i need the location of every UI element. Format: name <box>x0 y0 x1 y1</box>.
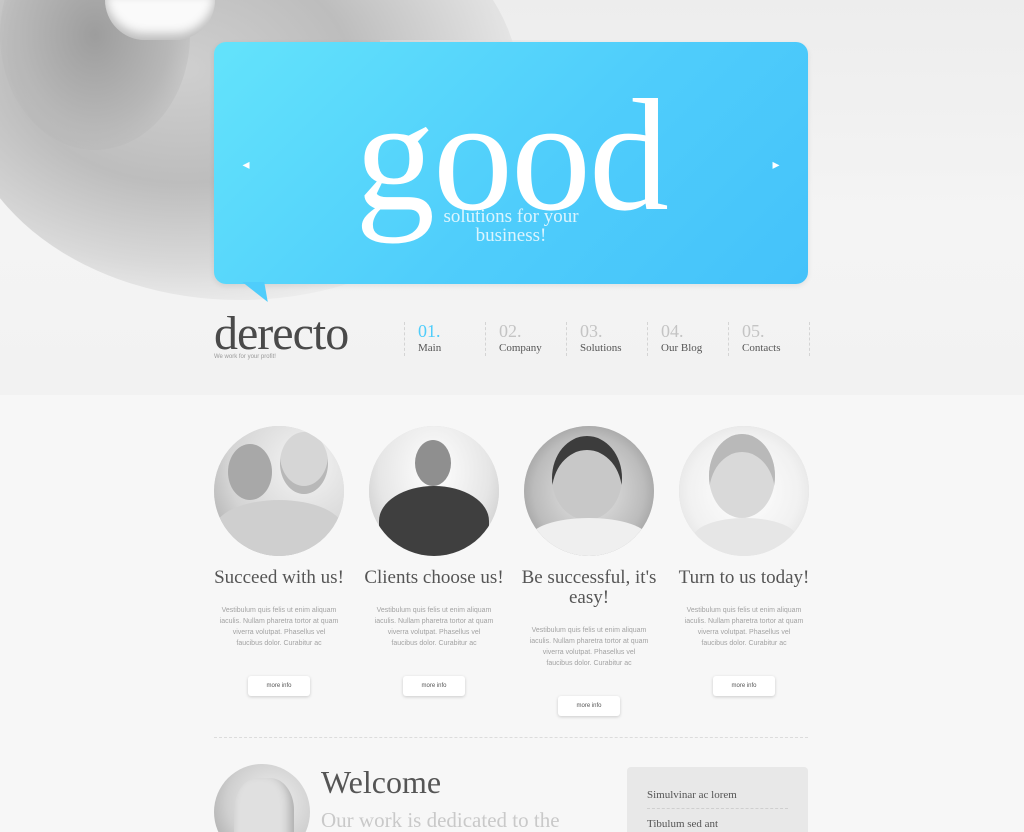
nav-item-label: Main <box>418 342 442 354</box>
more-info-button[interactable]: more info <box>248 676 310 696</box>
nav-item-label: Company <box>499 342 542 354</box>
more-info-button[interactable]: more info <box>713 676 775 696</box>
feature-photo-woman-cheering <box>369 426 499 556</box>
feature-text: Vestibulum quis felis ut enim aliquam ia… <box>684 607 804 647</box>
nav-item-label: Our Blog <box>661 342 703 354</box>
feature-photo-woman-glasses <box>679 426 809 556</box>
feature-card: Be successful, it's easy! Vestibulum qui… <box>522 426 656 716</box>
hero-banner: ◂ ▸ good solutions for your business! <box>214 42 808 302</box>
feature-title: Succeed with us! <box>214 567 344 588</box>
banner-speech-tail <box>242 282 268 302</box>
feature-text: Vestibulum quis felis ut enim aliquam ia… <box>219 607 339 647</box>
section-divider <box>214 737 808 738</box>
content-area <box>0 395 1024 832</box>
nav-item-number: 03. <box>580 321 603 341</box>
nav-item-number: 01. <box>418 321 441 341</box>
feature-title: Be successful, it's easy! <box>521 567 657 608</box>
feature-photo-couple <box>214 426 344 556</box>
feature-title: Turn to us today! <box>678 567 810 588</box>
feature-card: Turn to us today! Vestibulum quis felis … <box>679 426 809 696</box>
sidebar-link[interactable]: Simulvinar ac lorem <box>647 789 788 809</box>
nav-item-number: 04. <box>661 321 684 341</box>
nav-item-number: 02. <box>499 321 522 341</box>
more-info-button[interactable]: more info <box>558 696 620 716</box>
welcome-title: Welcome <box>321 764 442 800</box>
hero: ◂ ▸ good solutions for your business! de… <box>0 0 1024 395</box>
banner-tagline-line1: solutions for your <box>443 206 579 227</box>
feature-card: Succeed with us! Vestibulum quis felis u… <box>214 426 344 696</box>
nav-item-solutions[interactable]: 03. Solutions <box>566 322 647 356</box>
sidebar-link[interactable]: Tibulum sed ant <box>647 818 788 832</box>
welcome-subtitle: Our work is dedicated to the <box>321 808 560 832</box>
feature-photo-man-headset <box>524 426 654 556</box>
nav-item-our-blog[interactable]: 04. Our Blog <box>647 322 728 356</box>
nav-item-contacts[interactable]: 05. Contacts <box>728 322 810 356</box>
feature-title: Clients choose us! <box>364 567 504 588</box>
nav-item-company[interactable]: 02. Company <box>485 322 566 356</box>
welcome-photo-hand <box>234 778 294 832</box>
feature-text: Vestibulum quis felis ut enim aliquam ia… <box>374 607 494 647</box>
banner-tagline: solutions for your business! <box>214 207 808 245</box>
more-info-button[interactable]: more info <box>403 676 465 696</box>
banner-tagline-line2: business! <box>475 225 547 246</box>
nav-item-label: Solutions <box>580 342 622 354</box>
sidebar-links: Simulvinar ac lorem Tibulum sed ant <box>627 767 808 832</box>
feature-card: Clients choose us! Vestibulum quis felis… <box>364 426 504 696</box>
feature-text: Vestibulum quis felis ut enim aliquam ia… <box>529 627 649 667</box>
site-logo[interactable]: derecto <box>214 306 349 361</box>
nav-item-main[interactable]: 01. Main <box>404 322 485 356</box>
nav-item-number: 05. <box>742 321 765 341</box>
nav-item-label: Contacts <box>742 342 781 354</box>
main-nav: 01. Main 02. Company 03. Solutions 04. O… <box>404 322 810 356</box>
site-slogan: We work for your profit! <box>214 354 276 360</box>
